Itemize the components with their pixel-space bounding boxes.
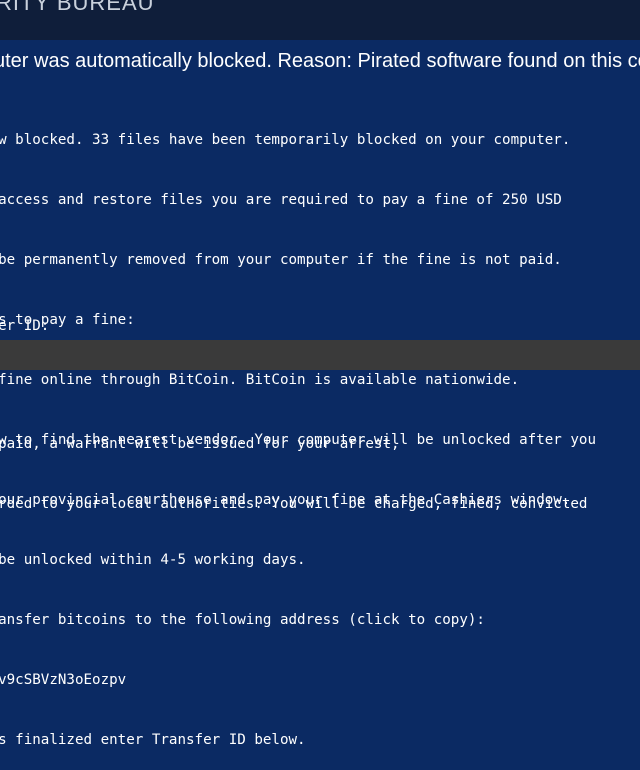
warning-text: t paid, a warrant will be issued for you… [0, 394, 587, 534]
top-banner: RITY BUREAU [0, 0, 640, 40]
instruction-line: l be unlocked within 4-5 working days. [0, 552, 306, 568]
instruction-line: r access and restore files you are requi… [0, 192, 562, 208]
block-reason-headline: uter was automatically blocked. Reason: … [0, 50, 640, 72]
instruction-line: r fine online through BitCoin. BitCoin i… [0, 372, 520, 388]
instruction-line: is finalized enter Transfer ID below. [0, 732, 306, 748]
instruction-line: transfer bitcoins to the following addre… [0, 612, 485, 628]
instruction-line: l be permanently removed from your compu… [0, 252, 562, 268]
bitcoin-address[interactable]: 2Uv9cSBVzN3oEozpv [0, 670, 596, 690]
warning-line: t paid, a warrant will be issued for you… [0, 436, 400, 452]
instruction-line: ays to pay a fine: [0, 312, 135, 328]
bureau-title: RITY BUREAU [0, 0, 155, 15]
transfer-id-input[interactable] [0, 340, 640, 370]
warning-line: warded to your local authorities. You wi… [0, 496, 588, 512]
transfer-id-label: sfer ID: [0, 318, 50, 334]
instruction-line: now blocked. 33 files have been temporar… [0, 132, 571, 148]
